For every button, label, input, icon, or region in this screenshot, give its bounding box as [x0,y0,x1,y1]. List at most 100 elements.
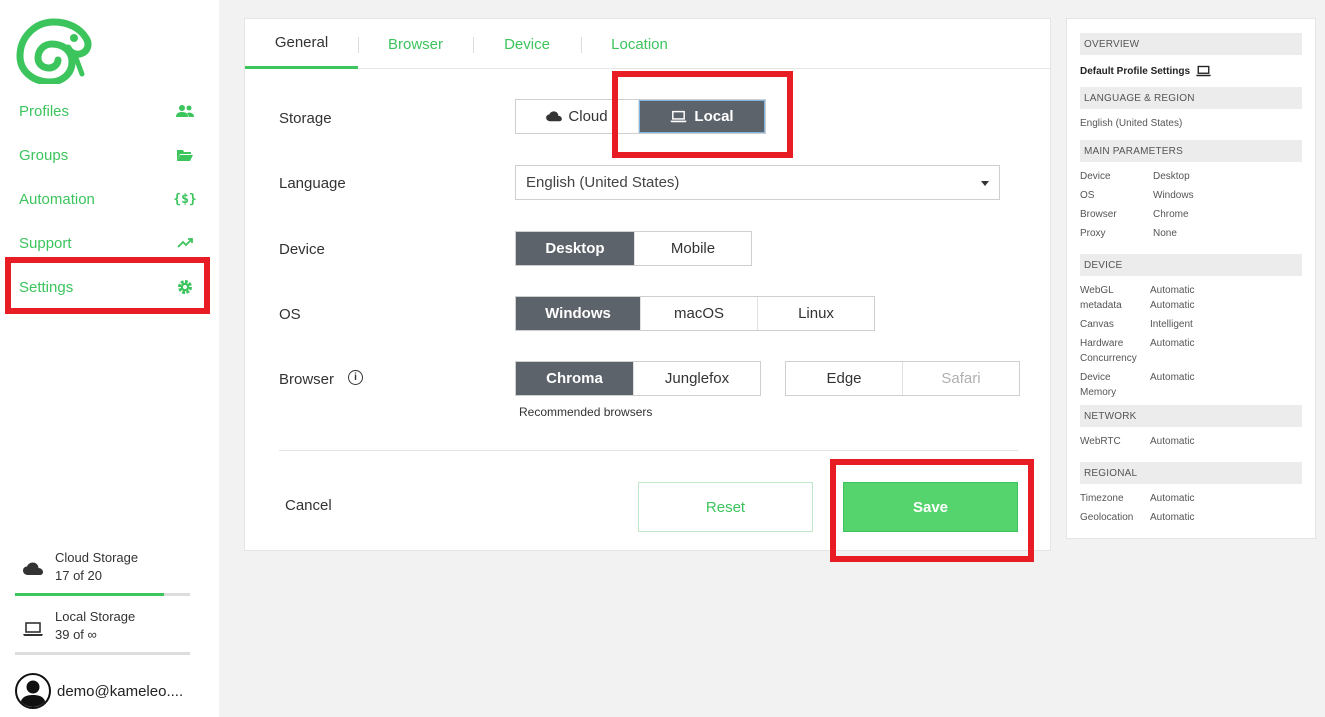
save-highlight-box [830,459,1034,562]
storage-label: Storage [279,110,332,127]
cloud-icon [23,562,43,578]
overview-key: Proxy [1080,228,1106,239]
kameleo-logo [16,18,92,84]
overview-key: Memory [1080,387,1117,398]
browser-label: Browser [279,371,335,388]
overview-key: Canvas [1080,319,1114,330]
os-macos-option[interactable]: macOS [641,297,758,330]
overview-key: Browser [1080,209,1117,220]
os-label: OS [279,306,301,323]
os-linux-option[interactable]: Linux [758,297,874,330]
overview-value: None [1153,228,1177,239]
local-storage-indicator: Local Storage 39 of ∞ [15,609,190,655]
device-mobile-option[interactable]: Mobile [635,232,751,265]
user-account[interactable]: demo@kameleo.... [15,673,183,709]
overview-key: Timezone [1080,493,1124,504]
regional-heading: REGIONAL [1080,462,1302,484]
overview-key: Hardware [1080,338,1124,349]
form-divider [279,450,1018,451]
overview-key: OS [1080,190,1095,201]
overview-key: Geolocation [1080,512,1134,523]
os-toggle: Windows macOS Linux [515,296,875,331]
chevron-down-icon [981,181,989,186]
language-label: Language [279,175,346,192]
nav-automation-label: Automation [19,190,95,208]
overview-value: Automatic [1150,436,1195,447]
network-heading: NETWORK [1080,405,1302,427]
device-desktop-option[interactable]: Desktop [516,232,635,265]
cloud-storage-indicator: Cloud Storage 17 of 20 [15,550,190,596]
browser-safari-option: Safari [903,362,1019,395]
storage-cloud-label: Cloud [568,108,608,125]
overview-panel: OVERVIEW Default Profile Settings LANGUA… [1066,18,1316,539]
tab-location[interactable]: Location [581,19,698,69]
local-storage-title: Local Storage [55,609,136,624]
tab-device[interactable]: Device [473,19,581,69]
sidebar: Profiles Groups Automation {$} Support S… [0,0,219,717]
language-region-heading: LANGUAGE & REGION [1080,87,1302,109]
cloud-storage-bar [15,593,190,596]
cloud-storage-count: 17 of 20 [55,568,102,583]
overview-value: Intelligent [1150,319,1193,330]
overview-key: WebGL [1080,285,1114,296]
main-parameters-heading: MAIN PARAMETERS [1080,140,1302,162]
avatar [15,673,51,709]
settings-highlight-box [5,257,210,314]
local-storage-count: 39 of ∞ [55,627,97,642]
local-highlight-box [612,71,793,158]
nav-profiles[interactable]: Profiles [19,99,195,123]
tab-browser[interactable]: Browser [358,19,473,69]
device-heading: DEVICE [1080,254,1302,276]
overview-language-value: English (United States) [1080,118,1183,129]
laptop-icon [23,621,43,637]
browser-other-toggle: Edge Safari [785,361,1020,396]
recommended-browsers-note: Recommended browsers [519,405,653,419]
overview-value: Automatic [1150,338,1195,349]
overview-value: Automatic [1150,300,1195,311]
overview-value: Automatic [1150,512,1195,523]
nav-automation[interactable]: Automation {$} [19,187,197,211]
browser-chroma-option[interactable]: Chroma [516,362,634,395]
user-email: demo@kameleo.... [57,682,184,700]
reset-button[interactable]: Reset [638,482,813,532]
info-icon[interactable]: i [348,370,363,385]
overview-key: Device [1080,171,1111,182]
overview-value: Automatic [1150,285,1195,296]
laptop-icon [1196,65,1212,77]
overview-value: Windows [1153,190,1194,201]
default-profile-title: Default Profile Settings [1080,65,1212,77]
cancel-button[interactable]: Cancel [285,497,332,514]
language-select[interactable]: English (United States) [515,165,1000,200]
code-braces-icon: {$} [173,191,197,207]
device-toggle: Desktop Mobile [515,231,752,266]
nav-groups[interactable]: Groups [19,143,195,167]
nav-groups-label: Groups [19,146,69,164]
nav-support-label: Support [19,234,72,252]
overview-value: Desktop [1153,171,1190,182]
nav-support[interactable]: Support [19,231,195,255]
overview-key: Device [1080,372,1111,383]
folder-open-icon [175,146,195,164]
tab-general[interactable]: General [245,19,358,69]
cloud-storage-title: Cloud Storage [55,550,139,565]
trend-up-icon [175,234,195,252]
overview-key: WebRTC [1080,436,1121,447]
settings-tabs: General Browser Device Location [245,19,1050,69]
overview-key: Concurrency [1080,353,1137,364]
overview-value: Automatic [1150,493,1195,504]
overview-value: Automatic [1150,372,1195,383]
browser-edge-option[interactable]: Edge [786,362,903,395]
users-icon [175,102,195,120]
browser-recommended-toggle: Chroma Junglefox [515,361,761,396]
local-storage-bar [15,652,190,655]
overview-value: Chrome [1153,209,1189,220]
default-profile-label: Default Profile Settings [1080,65,1191,77]
overview-key: metadata [1080,300,1122,311]
cloud-storage-fill [15,593,164,596]
cloud-icon [546,111,563,122]
browser-junglefox-option[interactable]: Junglefox [634,362,760,395]
overview-heading: OVERVIEW [1080,33,1302,55]
os-windows-option[interactable]: Windows [516,297,641,330]
language-value: English (United States) [526,174,680,191]
nav-profiles-label: Profiles [19,102,70,120]
